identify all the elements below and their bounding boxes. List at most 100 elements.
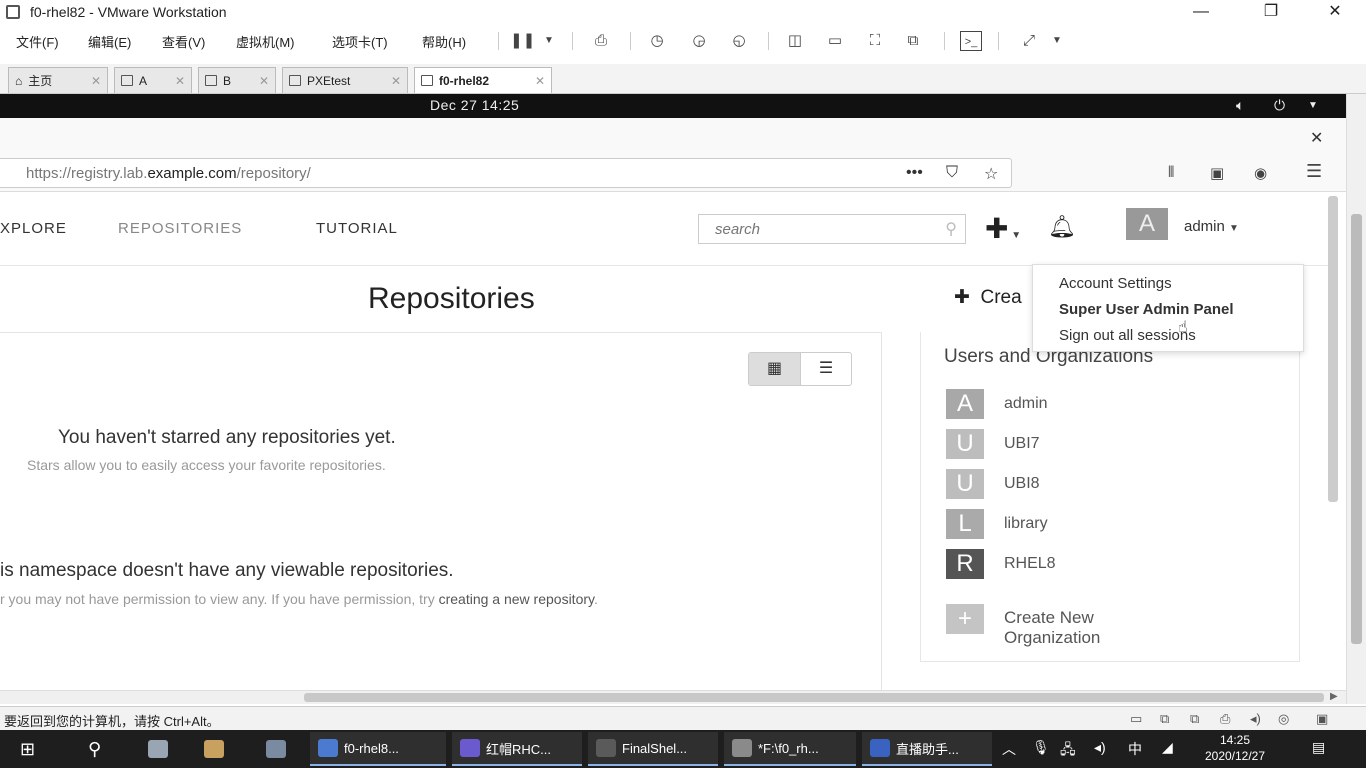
create-repository-button[interactable]: ✚ Crea: [954, 286, 1022, 309]
close-tab-icon[interactable]: ✕: [175, 69, 185, 93]
power-icon[interactable]: ⏻: [1274, 97, 1285, 114]
microphone-icon[interactable]: 🎙︎: [1032, 739, 1050, 756]
menu-tabs[interactable]: 选项卡(T): [332, 32, 388, 51]
windows-start-icon[interactable]: ⊞: [12, 732, 43, 766]
tab-b[interactable]: B ✕: [198, 67, 276, 93]
url-text[interactable]: https://registry.lab.example.com/reposit…: [26, 165, 311, 182]
library-icon[interactable]: ⫴: [1168, 164, 1174, 181]
search-icon[interactable]: ⚲: [945, 219, 957, 239]
close-window-button[interactable]: ✕: [1312, 0, 1358, 26]
send-ctrl-alt-del-icon[interactable]: ⎙: [590, 31, 612, 51]
user-avatar[interactable]: A: [1126, 208, 1168, 240]
tab-a[interactable]: A ✕: [114, 67, 192, 93]
close-tab-icon[interactable]: ✕: [391, 69, 401, 93]
scrollbar-thumb[interactable]: [1351, 214, 1362, 644]
pocket-icon[interactable]: ⛉: [946, 164, 958, 182]
account-icon[interactable]: ◉: [1254, 164, 1267, 182]
notification-center-icon[interactable]: ▤: [1312, 739, 1325, 756]
nav-tutorial[interactable]: TUTORIAL: [316, 220, 398, 237]
snapshot-icon[interactable]: ◷: [646, 31, 668, 51]
unity-icon[interactable]: ⧉: [902, 31, 924, 51]
ime-icon[interactable]: ◢: [1162, 739, 1173, 756]
taskbar-app[interactable]: [258, 732, 294, 766]
menu-superuser-admin-panel[interactable]: Super User Admin Panel: [1059, 301, 1234, 318]
display-icon[interactable]: ▣: [1316, 711, 1328, 727]
chevron-down-icon[interactable]: ▼: [1046, 31, 1068, 51]
search-icon[interactable]: ⚲: [80, 732, 109, 766]
network-icon[interactable]: ⧉: [1160, 711, 1169, 727]
taskbar-item-rhca[interactable]: 红帽RHC...: [452, 732, 582, 766]
revert-snapshot-icon[interactable]: ◶: [688, 31, 710, 51]
scroll-right-icon[interactable]: ▶: [1330, 691, 1338, 702]
maximize-button[interactable]: ❐: [1248, 0, 1294, 26]
fullscreen-icon[interactable]: ⛶: [864, 31, 886, 51]
menu-view[interactable]: 查看(V): [162, 32, 205, 51]
menu-account-settings[interactable]: Account Settings: [1059, 275, 1172, 292]
gnome-clock[interactable]: Dec 27 14:25: [430, 97, 519, 113]
network-icon[interactable]: ⧉: [1190, 711, 1199, 727]
grid-view-button[interactable]: ▦: [749, 353, 801, 385]
cdrom-icon[interactable]: ◎: [1278, 711, 1289, 727]
taskbar-item-vmware[interactable]: f0-rhel8...: [310, 732, 446, 766]
taskbar-item-live-assistant[interactable]: 直播助手...: [862, 732, 992, 766]
user-menu-toggle[interactable]: admin ▼: [1184, 218, 1239, 235]
chevron-down-icon[interactable]: ▼: [538, 31, 560, 51]
volume-icon[interactable]: 🔈︎: [1236, 97, 1244, 114]
bookmark-star-icon[interactable]: ☆: [984, 164, 998, 184]
org-name[interactable]: UBI8: [1004, 475, 1040, 493]
org-name[interactable]: UBI7: [1004, 435, 1040, 453]
org-name[interactable]: RHEL8: [1004, 555, 1056, 573]
taskbar-app[interactable]: [196, 732, 232, 766]
taskbar-app[interactable]: [140, 732, 176, 766]
vm-vertical-scrollbar[interactable]: [1346, 94, 1366, 704]
network-icon[interactable]: 🖧: [1060, 739, 1076, 763]
tray-expand-icon[interactable]: ︿: [1002, 739, 1016, 759]
horizontal-scrollbar[interactable]: ▶: [0, 690, 1346, 704]
snapshot-manager-icon[interactable]: ◵: [728, 31, 750, 51]
user-dropdown-menu: Account Settings Super User Admin Panel …: [1032, 264, 1304, 352]
notifications-bell-icon[interactable]: 🔔︎: [1048, 214, 1076, 240]
thumbnail-icon[interactable]: ▭: [824, 31, 846, 51]
input-language[interactable]: 中: [1128, 739, 1142, 759]
menu-file[interactable]: 文件(F): [16, 32, 59, 51]
close-tab-icon[interactable]: ✕: [91, 69, 101, 93]
url-bar[interactable]: https://registry.lab.example.com/reposit…: [0, 158, 1012, 188]
menu-vm[interactable]: 虚拟机(M): [236, 32, 295, 51]
close-tab-icon[interactable]: ✕: [259, 69, 269, 93]
volume-icon[interactable]: ◂): [1094, 739, 1106, 756]
menu-help[interactable]: 帮助(H): [422, 32, 466, 51]
create-plus-icon[interactable]: ✚ ▼: [985, 212, 1021, 245]
nav-explore[interactable]: XPLORE: [0, 220, 67, 237]
org-name[interactable]: library: [1004, 515, 1048, 533]
taskbar-item-editor[interactable]: *F:\f0_rh...: [724, 732, 856, 766]
hdd-icon[interactable]: ▭: [1130, 711, 1142, 727]
nav-repositories[interactable]: REPOSITORIES: [118, 220, 242, 237]
taskbar-clock[interactable]: 14:25 2020/12/27: [1200, 732, 1270, 764]
chevron-down-icon[interactable]: ▼: [1308, 100, 1318, 111]
tab-f0-rhel82[interactable]: f0-rhel82 ✕: [414, 67, 552, 93]
menu-edit[interactable]: 编辑(E): [88, 32, 131, 51]
close-icon[interactable]: ✕: [1310, 128, 1323, 148]
search-input[interactable]: [699, 215, 935, 243]
console-icon[interactable]: >_: [960, 31, 982, 51]
page-scrollbar[interactable]: [1328, 196, 1338, 502]
stretch-icon[interactable]: ⤢: [1018, 31, 1040, 51]
tab-pxetest[interactable]: PXEtest ✕: [282, 67, 408, 93]
sidebar-toggle-icon[interactable]: ◫: [784, 31, 806, 51]
sound-icon[interactable]: ◂): [1250, 711, 1261, 727]
tab-home[interactable]: ⌂ 主页 ✕: [8, 67, 108, 93]
taskbar-item-finalshell[interactable]: FinalShel...: [588, 732, 718, 766]
printer-icon[interactable]: ⎙: [1220, 711, 1230, 727]
page-actions-icon[interactable]: •••: [906, 164, 923, 182]
scrollbar-thumb[interactable]: [304, 693, 1324, 702]
create-repository-link[interactable]: creating a new repository: [439, 591, 594, 607]
close-tab-icon[interactable]: ✕: [535, 69, 545, 93]
list-view-button[interactable]: ☰: [801, 353, 851, 385]
pause-icon[interactable]: ❚❚: [510, 31, 535, 51]
org-name[interactable]: admin: [1004, 395, 1048, 413]
create-organization-link[interactable]: Create New Organization: [1004, 608, 1100, 648]
hamburger-menu-icon[interactable]: ☰: [1306, 161, 1322, 182]
reader-view-icon[interactable]: ▣: [1210, 164, 1224, 182]
menu-sign-out-all[interactable]: Sign out all sessions: [1059, 327, 1196, 344]
minimize-button[interactable]: —: [1178, 0, 1224, 26]
